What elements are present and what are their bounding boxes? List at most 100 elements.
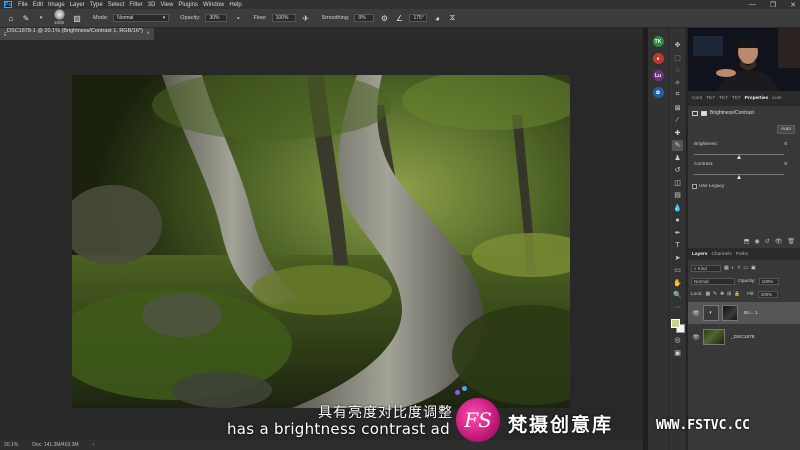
close-icon[interactable]: × [146, 31, 150, 37]
menu-image[interactable]: Image [48, 2, 65, 8]
auto-button[interactable]: Auto [777, 125, 795, 134]
plugin-blue-icon[interactable]: ✿ [652, 87, 664, 98]
close-window-button[interactable]: ✕ [790, 1, 796, 9]
type-tool-icon[interactable]: T [672, 240, 683, 251]
fill-field[interactable]: 100% [757, 291, 778, 298]
move-tool-icon[interactable]: ✥ [672, 40, 683, 51]
visibility-icon[interactable]: 👁 [775, 238, 783, 245]
lock-artboard-icon[interactable]: ⊞ [727, 292, 731, 297]
menu-select[interactable]: Select [108, 2, 125, 8]
screen-mode-icon[interactable]: ▣ [672, 348, 683, 359]
pressure-opacity-icon[interactable]: ◔ [232, 13, 242, 23]
filter-adjustment-icon[interactable]: ◐ [732, 266, 735, 271]
history-brush-tool-icon[interactable]: ↺ [672, 165, 683, 176]
menu-help[interactable]: Help [229, 2, 241, 8]
shape-tool-icon[interactable]: ▭ [672, 265, 683, 276]
view-previous-icon[interactable]: ◉ [754, 238, 759, 245]
eyedropper-tool-icon[interactable]: ⁄ [672, 115, 683, 126]
filter-shape-icon[interactable]: ▭ [743, 266, 748, 271]
quick-mask-icon[interactable]: ◎ [672, 335, 683, 346]
symmetry-icon[interactable]: ⧖ [447, 13, 457, 23]
reset-icon[interactable]: ↺ [765, 238, 770, 245]
brush-tool-icon[interactable]: ✎ [21, 13, 31, 23]
dodge-tool-icon[interactable]: ● [672, 215, 683, 226]
document-tab[interactable]: _DSC1878-1 @ 20.1% (Brightness/Contrast … [0, 28, 154, 40]
brush-tool-icon[interactable]: ✎ [672, 140, 683, 151]
filter-pixel-icon[interactable]: ▦ [724, 266, 729, 271]
marquee-tool-icon[interactable]: ⬚ [672, 53, 683, 64]
plugin-purple-icon[interactable]: Lu [652, 70, 664, 81]
menu-file[interactable]: File [18, 2, 28, 8]
menu-plugins[interactable]: Plugins [178, 2, 198, 8]
tab-paths[interactable]: Paths [736, 252, 748, 257]
tab-layers[interactable]: Layers [692, 252, 707, 257]
tab-tk7-a[interactable]: TK7 [706, 96, 715, 101]
minimize-button[interactable]: — [749, 1, 756, 8]
brush-settings-icon[interactable]: ▨ [72, 13, 82, 23]
gear-icon[interactable]: ⚙ [379, 13, 389, 23]
tab-lum[interactable]: Lum [772, 96, 781, 101]
brush-preset-picker[interactable]: 1000 [51, 9, 67, 27]
lock-paint-icon[interactable]: ✎ [713, 292, 717, 297]
clone-stamp-tool-icon[interactable]: ♟ [672, 153, 683, 164]
plugin-red-icon[interactable]: ● [652, 53, 664, 64]
eraser-tool-icon[interactable]: ◫ [672, 178, 683, 189]
frame-tool-icon[interactable]: ⊠ [672, 103, 683, 114]
layer-name[interactable]: Bri... 1 [744, 311, 758, 316]
angle-field[interactable]: 175° [409, 14, 428, 22]
opacity-field[interactable]: 30% [205, 14, 228, 22]
filter-type-icon[interactable]: T [737, 266, 740, 271]
menu-window[interactable]: Window [203, 2, 224, 8]
quick-select-tool-icon[interactable]: ✧ [672, 78, 683, 89]
trash-icon[interactable]: 🗑 [787, 238, 795, 245]
tab-tk7-b[interactable]: TK7 [719, 96, 728, 101]
layer-kind-filter[interactable]: ⌕ Kind [691, 265, 721, 272]
path-select-tool-icon[interactable]: ➤ [672, 253, 683, 264]
layer-mask-thumbnail[interactable] [722, 305, 738, 321]
photoshop-logo[interactable]: Ps [4, 1, 12, 8]
visibility-eye-icon[interactable]: 👁 [692, 334, 700, 341]
brightness-value[interactable]: 0 [784, 142, 787, 147]
crop-tool-icon[interactable]: ⌗ [672, 90, 683, 101]
tab-properties[interactable]: Properties [745, 96, 769, 101]
layer-row[interactable]: 👁 ◐ Bri... 1 [688, 302, 800, 324]
document-image[interactable] [72, 75, 570, 408]
use-legacy-option[interactable]: Use Legacy [692, 184, 724, 189]
menu-edit[interactable]: Edit [33, 2, 43, 8]
plugin-green-icon[interactable]: TK [652, 36, 664, 47]
layer-opacity-field[interactable]: 100% [758, 278, 779, 285]
blur-tool-icon[interactable]: 💧 [672, 203, 683, 214]
angle-icon[interactable]: ∠ [394, 13, 404, 23]
hand-tool-icon[interactable]: ✋ [672, 278, 683, 289]
contrast-value[interactable]: 0 [784, 162, 787, 167]
airbrush-icon[interactable]: ✈ [301, 13, 311, 23]
mask-icon[interactable] [701, 110, 707, 116]
healing-brush-tool-icon[interactable]: ✚ [672, 128, 683, 139]
color-swatches[interactable] [670, 319, 685, 333]
lasso-tool-icon[interactable]: ◌ [672, 65, 683, 76]
canvas-area[interactable] [0, 40, 643, 440]
pressure-size-icon[interactable]: ◕ [432, 13, 442, 23]
tab-tk7-c[interactable]: TK7 [732, 96, 741, 101]
menu-layer[interactable]: Layer [70, 2, 85, 8]
restore-button[interactable]: ❐ [770, 1, 776, 9]
menu-filter[interactable]: Filter [129, 2, 142, 8]
chevron-right-icon[interactable]: › [93, 442, 95, 448]
lock-pixels-icon[interactable]: ▦ [705, 292, 710, 297]
layer-row[interactable]: 👁 _DSC1878 [688, 326, 800, 348]
lock-all-icon[interactable]: 🔒 [734, 292, 740, 297]
filter-smart-icon[interactable]: ▣ [751, 266, 756, 271]
pen-tool-icon[interactable]: ✒ [672, 228, 683, 239]
tab-cont[interactable]: Cont [692, 96, 702, 101]
flow-field[interactable]: 100% [271, 14, 296, 22]
menu-view[interactable]: View [160, 2, 173, 8]
mode-select[interactable]: Normal ▾ [113, 14, 170, 22]
tab-channels[interactable]: Channels [711, 252, 731, 257]
blend-mode-select[interactable]: Normal [691, 278, 735, 285]
use-legacy-checkbox[interactable] [692, 184, 697, 189]
contrast-slider-thumb[interactable] [737, 175, 741, 179]
menu-type[interactable]: Type [90, 2, 103, 8]
chevron-down-icon[interactable]: ▾ [36, 13, 46, 23]
zoom-tool-icon[interactable]: 🔍 [672, 290, 683, 301]
layer-name[interactable]: _DSC1878 [731, 335, 754, 340]
